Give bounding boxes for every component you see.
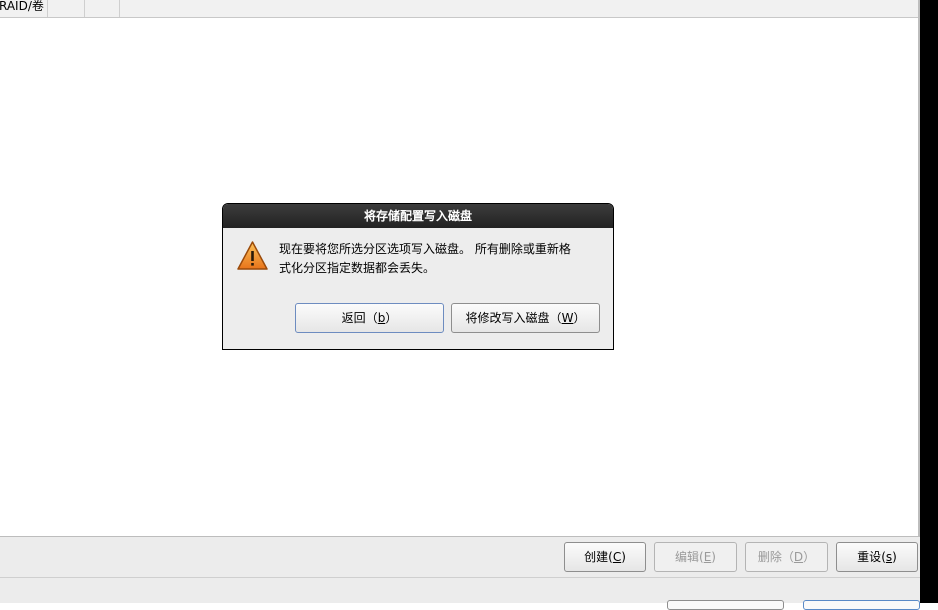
back-button[interactable]: 返回（b） xyxy=(295,303,444,333)
dialog-title: 将存储配置写入磁盘 xyxy=(223,204,613,228)
create-label: 创建 xyxy=(584,550,609,564)
write-label: 将修改写入磁盘 xyxy=(465,311,550,325)
dialog-message: 现在要将您所选分区选项写入磁盘。 所有删除或重新格 式化分区指定数据都会丢失。 xyxy=(279,240,609,278)
back-nav-button[interactable] xyxy=(667,600,784,610)
reset-label: 重设 xyxy=(857,550,882,564)
edit-mnemonic: E xyxy=(703,550,712,564)
warning-icon xyxy=(237,241,268,270)
dialog-message-line-1: 现在要将您所选分区选项写入磁盘。 所有删除或重新格 xyxy=(279,242,571,256)
reset-button[interactable]: 重设(s) xyxy=(836,542,918,572)
delete-mnemonic: D xyxy=(793,550,804,564)
delete-label: 删除 xyxy=(757,550,782,564)
back-mnemonic: b xyxy=(377,311,386,325)
column-header-3[interactable] xyxy=(85,0,120,17)
next-nav-button[interactable] xyxy=(803,600,920,610)
write-mnemonic: W xyxy=(561,311,574,325)
write-to-disk-dialog: 将存储配置写入磁盘 现在要将您所选分区选项写入磁盘。 所有删除或重新格 式化分区… xyxy=(222,203,614,350)
partition-table-header: RAID/卷 xyxy=(0,0,918,18)
column-header-2[interactable] xyxy=(48,0,85,17)
create-mnemonic: C xyxy=(612,550,622,564)
reset-mnemonic: s xyxy=(885,550,893,564)
edit-button[interactable]: 编辑(E) xyxy=(654,542,737,572)
dialog-message-line-2: 式化分区指定数据都会丢失。 xyxy=(279,261,436,275)
create-button[interactable]: 创建(C) xyxy=(564,542,646,572)
back-label: 返回 xyxy=(341,311,366,325)
column-header-raid-volume[interactable]: RAID/卷 xyxy=(0,0,48,17)
edit-label: 编辑 xyxy=(675,550,700,564)
write-changes-button[interactable]: 将修改写入磁盘（W） xyxy=(451,303,600,333)
screen-edge xyxy=(920,0,938,603)
delete-button[interactable]: 删除（D） xyxy=(745,542,828,572)
